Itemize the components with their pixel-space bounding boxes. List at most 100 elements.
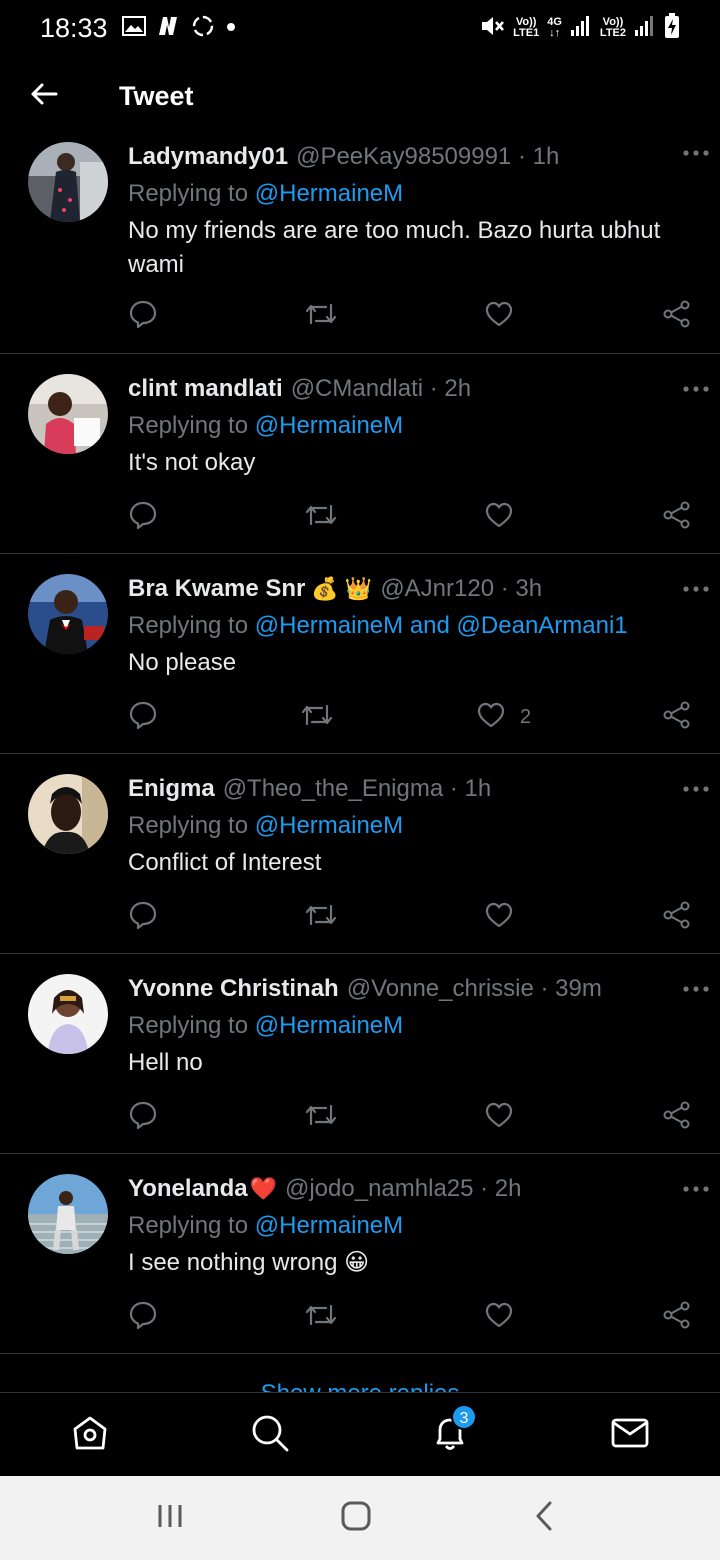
share-button[interactable] [662,1297,692,1337]
tweet-author-handle: @AJnr120 · 3h [380,575,543,602]
tweet-actions [0,1297,720,1337]
tweet[interactable]: Yonelanda ❤️ @jodo_namhla25 · 2h Replyin… [0,1154,720,1354]
tweet[interactable]: Enigma @Theo_the_Enigma · 1h Replying to… [0,754,720,954]
network-type: 4G ↓↑ [547,16,562,39]
sim2-label: Vo)) LTE2 [599,16,626,39]
show-more-replies-link[interactable]: Show more replies [261,1380,460,1392]
share-button[interactable] [662,697,692,737]
tweet-text: It's not okay [128,449,256,476]
retweet-button[interactable] [304,1297,338,1337]
share-button[interactable] [662,296,692,336]
nav-home[interactable] [68,1413,112,1457]
mention-link[interactable]: @HermaineM [255,612,403,639]
avatar[interactable] [28,1174,108,1254]
reply-icon [128,900,158,935]
tweet-author-handle: @CMandlati · 2h [290,375,472,402]
tweet-author-name[interactable]: Yonelanda [128,1172,248,1206]
nav-messages[interactable] [608,1413,652,1457]
replying-to: Replying to @HermaineM [128,412,404,439]
home-system-button[interactable] [328,1498,384,1538]
more-options-button[interactable] [676,772,716,806]
sync-icon [190,14,216,43]
tweet-actions [0,897,720,937]
more-options-button[interactable] [676,136,716,170]
bottom-nav [0,1392,720,1476]
retweet-button[interactable] [300,697,334,737]
back-system-button[interactable] [516,1498,572,1538]
more-options-button[interactable] [676,372,716,406]
share-icon [662,900,692,935]
show-more-replies[interactable]: Show more replies [0,1354,720,1392]
tweet-author-name[interactable]: clint mandlati [128,372,283,406]
home-circle-icon [340,1500,372,1537]
share-button[interactable] [662,1097,692,1137]
more-options-button[interactable] [676,972,716,1006]
avatar[interactable] [28,142,108,222]
retweet-button[interactable] [304,497,338,537]
mention-link[interactable]: @HermaineM [255,1012,403,1039]
share-icon [662,299,692,334]
back-arrow-icon [30,82,58,111]
recent-apps-button[interactable] [142,1498,198,1538]
more-options-button[interactable] [676,1172,716,1206]
reply-button[interactable] [128,1297,158,1337]
reply-button[interactable] [128,497,158,537]
mention-link[interactable]: @HermaineM [255,412,403,439]
retweet-button[interactable] [304,897,338,937]
reply-button[interactable] [128,1097,158,1137]
reply-button[interactable] [128,697,158,737]
mention-link[interactable]: @DeanArmani1 [457,612,628,639]
share-button[interactable] [662,897,692,937]
mail-icon [610,1413,650,1458]
search-icon [250,1413,290,1458]
tweet[interactable]: Bra Kwame Snr 💰 👑 @AJnr120 · 3h Replying… [0,554,720,754]
tweet-text: I see nothing wrong 😀 [128,1249,370,1276]
like-button[interactable] [484,897,514,937]
share-icon [662,1300,692,1335]
tweet-actions [0,296,720,336]
tweet-author-name[interactable]: Ladymandy01 [128,140,288,174]
retweet-icon [304,1300,338,1335]
avatar[interactable] [28,574,108,654]
netflix-icon [156,15,180,42]
like-button[interactable] [484,497,514,537]
heart-icon [484,901,514,934]
tweet[interactable]: Yvonne Christinah @Vonne_chrissie · 39m … [0,954,720,1154]
replying-to: Replying to @HermaineM [128,812,404,839]
back-button[interactable] [14,66,74,126]
reply-icon [128,700,158,735]
tweet-author-name[interactable]: Yvonne Christinah [128,972,339,1006]
page-title: Tweet [119,80,194,111]
retweet-icon [304,500,338,535]
like-button[interactable] [484,1097,514,1137]
tweet-author-name[interactable]: Bra Kwame Snr [128,572,305,606]
sim1-label: Vo)) LTE1 [513,16,540,39]
nav-search[interactable] [248,1413,292,1457]
tweet[interactable]: Ladymandy01 @PeeKay98509991 · 1h Replyin… [0,136,720,354]
tweet-text: Conflict of Interest [128,849,322,876]
more-options-button[interactable] [676,572,716,606]
mention-link[interactable]: @HermaineM [255,180,403,207]
like-button[interactable]: 2 [476,697,531,737]
heart-icon [484,1101,514,1134]
avatar[interactable] [28,374,108,454]
like-button[interactable] [484,296,514,336]
mention-link[interactable]: @HermaineM [255,1212,403,1239]
signal-2-icon [634,15,656,42]
retweet-icon [304,299,338,334]
tweet[interactable]: clint mandlati @CMandlati · 2h Replying … [0,354,720,554]
like-count: 2 [520,705,532,728]
retweet-icon [304,1100,338,1135]
avatar[interactable] [28,974,108,1054]
reply-button[interactable] [128,296,158,336]
avatar[interactable] [28,774,108,854]
like-button[interactable] [484,1297,514,1337]
share-icon [662,1100,692,1135]
mention-link[interactable]: @HermaineM [255,812,403,839]
retweet-button[interactable] [304,1097,338,1137]
retweet-button[interactable] [304,296,338,336]
replying-to: Replying to @HermaineM and @DeanArmani1 [128,612,628,639]
tweet-author-name[interactable]: Enigma [128,772,215,806]
share-button[interactable] [662,497,692,537]
reply-button[interactable] [128,897,158,937]
